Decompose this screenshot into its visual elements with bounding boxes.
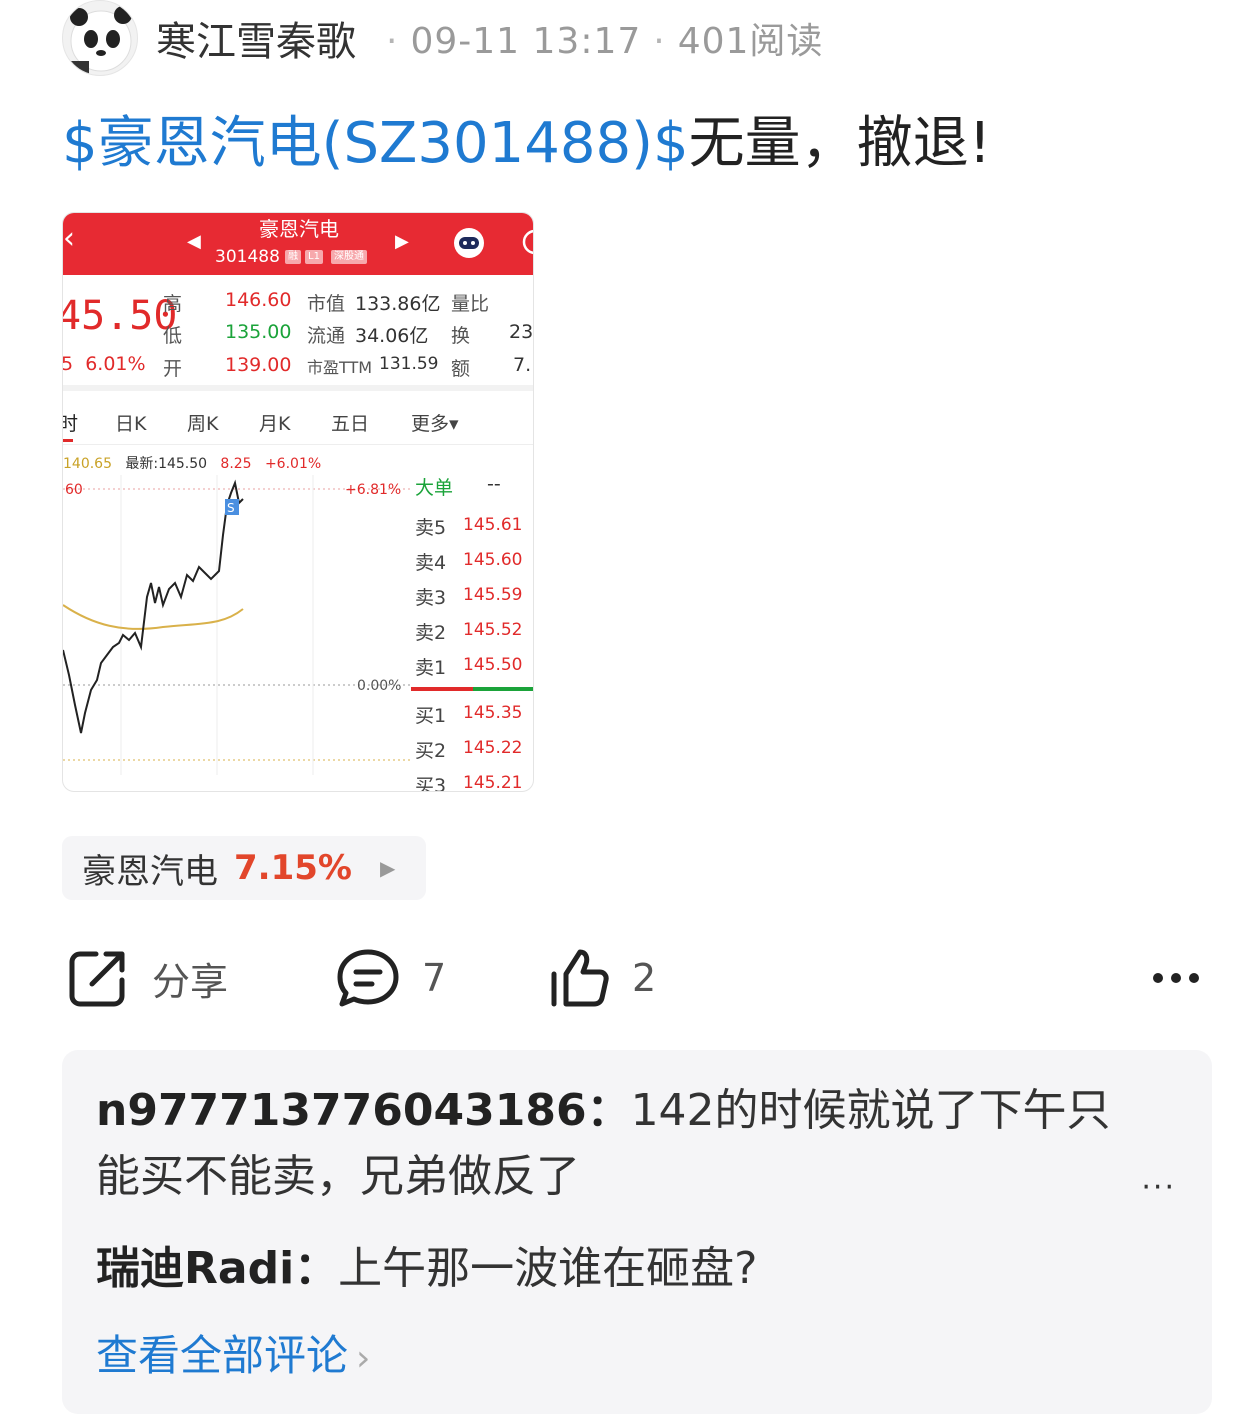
sell-3-row: 卖3 145.59 <box>415 585 523 609</box>
open-label: 开 <box>163 358 183 380</box>
sell-2-row: 卖2 145.52 <box>415 620 523 644</box>
next-stock-icon: ▶ <box>395 231 409 252</box>
high-label: 高 <box>163 293 183 315</box>
more-options-button[interactable] <box>1150 940 1202 1016</box>
tab-intraday[interactable]: 时 <box>63 409 78 436</box>
comment-count: 7 <box>422 956 447 1000</box>
amount-value: 7. <box>513 354 532 376</box>
author-avatar[interactable] <box>62 0 138 76</box>
quote-panel: 45.50 5 6.01% 高 低 开 146.60 135.00 139.00… <box>62 275 534 391</box>
stock-screenshot-image[interactable]: ‹ ◀ 豪恩汽电 301488 融 L1 深股通 ▶ 45.50 5 6.01%… <box>62 212 534 792</box>
buy-depth-bar <box>473 687 533 691</box>
change-percent: 5 6.01% <box>62 353 146 375</box>
share-label: 分享 <box>152 959 229 1004</box>
screenshot-header-bar: ‹ ◀ 豪恩汽电 301488 融 L1 深股通 ▶ <box>63 213 533 275</box>
intraday-chart: 60 +6.81% 0.00% S <box>63 475 411 775</box>
refresh-icon <box>522 229 533 255</box>
buy-2-row: 买2 145.22 <box>415 738 523 762</box>
high-value: 146.60 <box>225 289 292 311</box>
comments-preview: n977713776043186：142的时候就说了下午只能买不能卖，兄弟做反了… <box>62 1050 1212 1414</box>
more-icon <box>1153 973 1199 983</box>
pe-label: 市盈TTM <box>307 358 373 377</box>
pill-stock-change: 7.15% <box>234 848 352 888</box>
post-text: 无量，撤退! <box>688 111 992 176</box>
comment-icon <box>337 949 399 1007</box>
buy-1-row: 买1 145.35 <box>415 703 523 727</box>
pe-value: 131.59 <box>379 354 439 374</box>
signal-marker-label: S <box>227 501 235 515</box>
order-book-title: 大单 -- <box>415 473 501 499</box>
post-header: 寒江雪秦歌 · 09-11 13:17 · 401阅读 <box>62 0 1212 76</box>
tab-five-day[interactable]: 五日 <box>331 409 369 436</box>
top-left-label: 60 <box>65 482 83 498</box>
low-label: 低 <box>163 325 183 347</box>
open-value: 139.00 <box>225 354 292 376</box>
buy-3-row: 买3 145.21 <box>415 773 523 792</box>
comment-text: 上午那一波谁在砸盘? <box>338 1243 758 1294</box>
intraday-stat-line: 140.65 最新:145.50 8.25 +6.01% <box>63 456 322 472</box>
stock-quote-pill[interactable]: 豪恩汽电 7.15% ▶ <box>62 836 426 900</box>
post-body: $豪恩汽电(SZ301488)$无量，撤退! <box>62 108 991 180</box>
panda-avatar-icon <box>67 6 132 75</box>
price-line <box>63 479 244 734</box>
comment-button[interactable]: 7 <box>336 940 446 1016</box>
sell-5-row: 卖5 145.61 <box>415 515 523 539</box>
screenshot-stock-code: 301488 <box>215 247 280 267</box>
zero-label: 0.00% <box>357 678 401 694</box>
low-value: 135.00 <box>225 321 292 343</box>
tab-monthly[interactable]: 月K <box>259 409 290 436</box>
comment-more-icon[interactable]: ··· <box>1141 1170 1176 1205</box>
current-price: 45.50 <box>62 293 178 339</box>
tag: 融 <box>285 250 301 264</box>
comment-user[interactable]: n977713776043186 <box>96 1085 587 1136</box>
stock-link[interactable]: $豪恩汽电(SZ301488)$ <box>62 111 689 176</box>
amount-label: 额 <box>451 358 471 380</box>
top-right-label: +6.81% <box>345 482 401 498</box>
sell-1-row: 卖1 145.50 <box>415 655 523 679</box>
share-icon <box>69 951 125 1007</box>
caret-right-icon: ▶ <box>379 856 396 880</box>
chevron-right-icon: › <box>356 1338 371 1379</box>
avg-price-line <box>63 604 244 630</box>
sell-4-row: 卖4 145.60 <box>415 550 523 574</box>
active-tab-indicator <box>63 439 73 442</box>
vol-ratio-label: 量比 <box>451 293 490 315</box>
post-date: 09-11 13:17 <box>410 21 642 62</box>
share-button[interactable]: 分享 <box>66 940 228 1016</box>
comment-item[interactable]: 瑞迪Radi：上午那一波谁在砸盘? <box>96 1236 758 1302</box>
author-name[interactable]: 寒江雪秦歌 <box>156 9 356 67</box>
mcap-value: 133.86亿 <box>355 293 441 315</box>
float-value: 34.06亿 <box>355 325 429 347</box>
chart-tabs: 时 日K 周K 月K 五日 更多▾ <box>63 403 533 445</box>
like-button[interactable]: 2 <box>546 940 656 1016</box>
tab-daily[interactable]: 日K <box>115 409 146 436</box>
read-count: 401阅读 <box>677 21 824 62</box>
like-count: 2 <box>632 956 657 1000</box>
robot-icon <box>454 228 484 258</box>
tag: L1 <box>305 250 323 264</box>
tab-weekly[interactable]: 周K <box>187 409 218 436</box>
mcap-label: 市值 <box>307 293 346 315</box>
comment-item[interactable]: n977713776043186：142的时候就说了下午只能买不能卖，兄弟做反了 <box>96 1078 1116 1210</box>
sell-depth-bar <box>411 687 473 691</box>
tag: 深股通 <box>331 250 367 264</box>
turnover-label: 换 <box>451 325 471 347</box>
view-all-comments-link[interactable]: 查看全部评论 › <box>96 1326 370 1389</box>
turnover-value: 23. <box>509 321 534 343</box>
tab-more[interactable]: 更多▾ <box>411 409 459 436</box>
action-bar: 分享 7 2 <box>62 940 1212 1016</box>
post-meta: · 09-11 13:17 · 401阅读 <box>386 21 824 62</box>
pill-stock-name: 豪恩汽电 <box>82 851 218 892</box>
float-label: 流通 <box>307 325 346 347</box>
comment-user[interactable]: 瑞迪Radi <box>96 1243 294 1294</box>
thumbs-up-icon <box>551 949 609 1007</box>
